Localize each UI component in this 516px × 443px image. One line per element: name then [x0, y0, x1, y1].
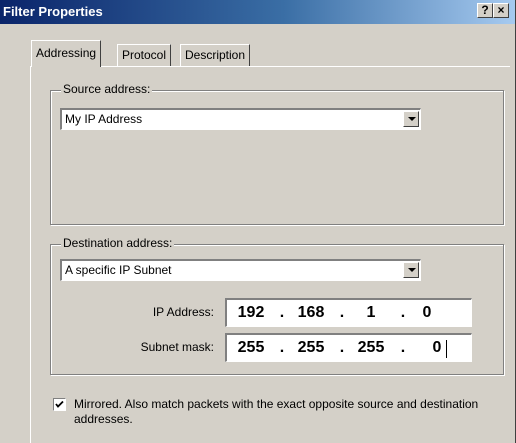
ip-address-field[interactable]: 192 . 168 . 1 . 0	[225, 298, 472, 327]
tab-addressing[interactable]: Addressing	[31, 40, 102, 67]
mask-octet-1: 255	[237, 339, 265, 356]
filter-properties-dialog: Filter Properties ? × Addressing Protoco…	[0, 0, 516, 443]
source-address-label: Source address:	[61, 82, 153, 96]
text-caret	[446, 340, 447, 358]
tab-description[interactable]: Description	[180, 44, 251, 66]
ip-octet-3: 1	[366, 304, 376, 321]
destination-address-dropdown[interactable]: A specific IP Subnet	[60, 259, 421, 281]
ip-address-label: IP Address:	[152, 305, 214, 319]
mask-octet-4: 0	[432, 339, 442, 356]
destination-address-label: Destination address:	[61, 236, 175, 250]
mask-separator: .	[279, 339, 285, 356]
mirrored-label[interactable]: Mirrored. Also match packets with the ex…	[74, 397, 494, 427]
tab-protocol[interactable]: Protocol	[117, 44, 172, 66]
mask-separator: .	[339, 339, 345, 356]
subnet-mask-label: Subnet mask:	[140, 340, 214, 354]
chevron-down-icon[interactable]	[403, 262, 419, 278]
mask-octet-2: 255	[297, 339, 325, 356]
destination-address-value: A specific IP Subnet	[65, 263, 172, 277]
ip-octet-2: 168	[297, 304, 325, 321]
ip-octet-4: 0	[422, 304, 432, 321]
ip-separator: .	[339, 304, 345, 321]
subnet-mask-field[interactable]: 255 . 255 . 255 . 0	[225, 333, 472, 362]
mask-separator: .	[400, 339, 406, 356]
source-address-dropdown[interactable]: My IP Address	[60, 108, 421, 130]
close-icon: ×	[497, 3, 505, 17]
ip-separator: .	[279, 304, 285, 321]
chevron-down-icon[interactable]	[403, 111, 419, 127]
mask-octet-3: 255	[357, 339, 385, 356]
title-bar[interactable]: Filter Properties ? ×	[0, 0, 515, 24]
mirrored-checkbox[interactable]	[53, 398, 66, 411]
checkmark-icon	[55, 400, 64, 408]
ip-octet-1: 192	[237, 304, 265, 321]
window-title: Filter Properties	[3, 4, 103, 19]
help-button[interactable]: ?	[477, 3, 493, 18]
close-button[interactable]: ×	[493, 3, 509, 18]
source-address-value: My IP Address	[65, 112, 143, 126]
